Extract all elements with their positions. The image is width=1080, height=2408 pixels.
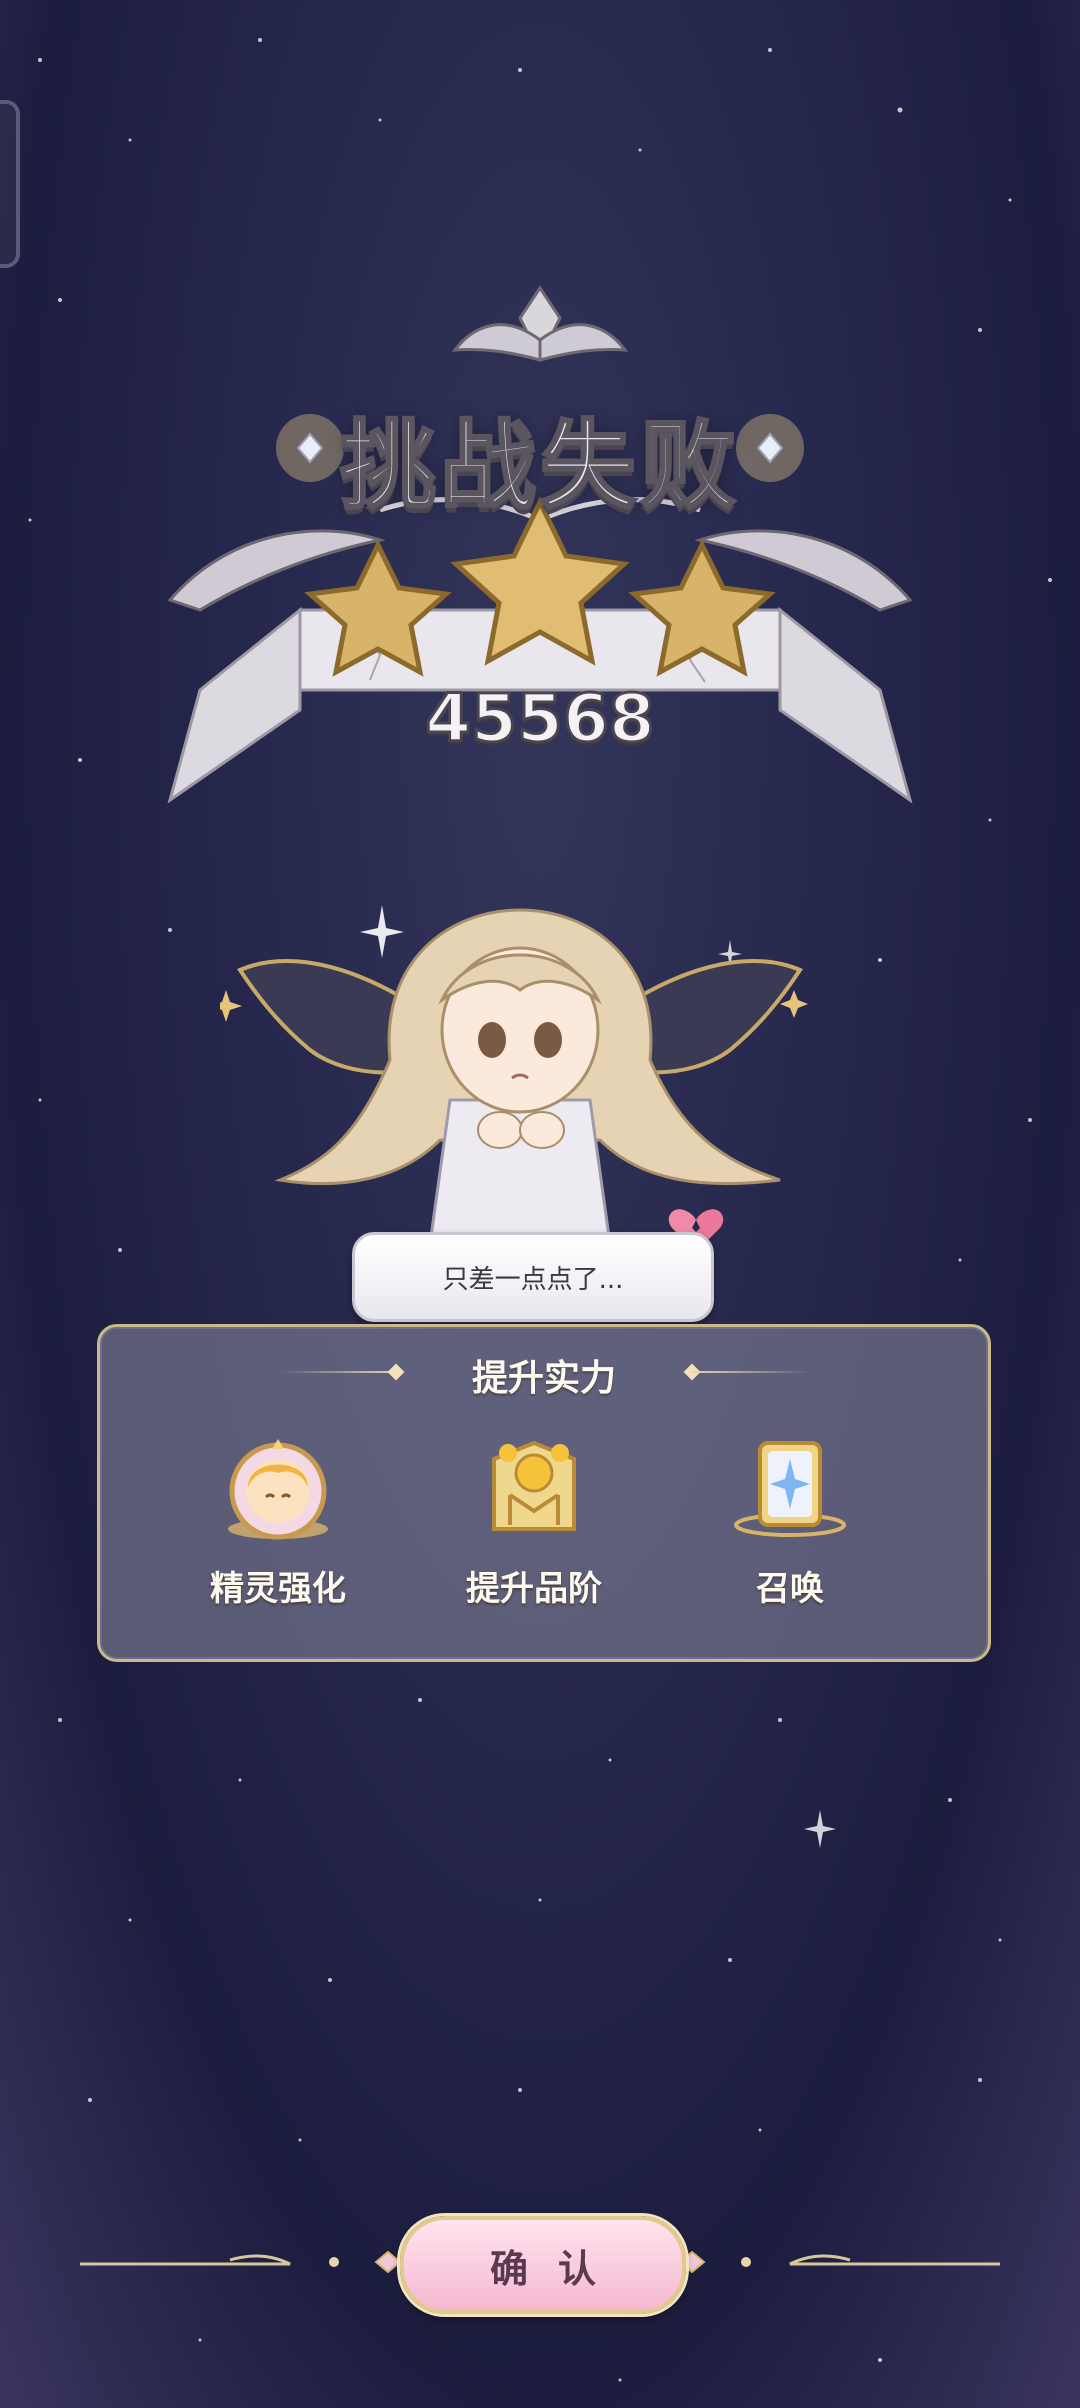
improve-strength-panel: 提升实力 精灵强化 提升品阶 召唤 <box>97 1324 991 1662</box>
action-label: 提升品阶 <box>466 1569 602 1609</box>
speech-bubble: 只差一点点了... <box>352 1232 714 1322</box>
action-label: 精灵强化 <box>210 1569 346 1609</box>
panel-title: 提升实力 <box>471 1358 616 1399</box>
result-score: 45568 <box>424 679 657 759</box>
rank-up-icon <box>492 1440 576 1531</box>
action-fairy-enhance[interactable]: 精灵强化 <box>168 1429 388 1629</box>
action-rank-up[interactable]: 提升品阶 <box>424 1429 644 1629</box>
fairy-portrait-icon <box>228 1439 328 1540</box>
result-title: 挑战失败 <box>339 409 740 524</box>
title-divider-right <box>690 1371 810 1373</box>
summon-card-icon <box>734 1441 846 1537</box>
confirm-button[interactable]: 确认 <box>400 2216 686 2314</box>
fairy-character-illustration <box>220 908 808 1280</box>
side-drawer-tab[interactable] <box>0 100 20 268</box>
result-header: 挑战失败 45568 <box>0 270 1080 830</box>
action-summon[interactable]: 召唤 <box>680 1429 900 1629</box>
action-label: 召唤 <box>756 1569 824 1609</box>
